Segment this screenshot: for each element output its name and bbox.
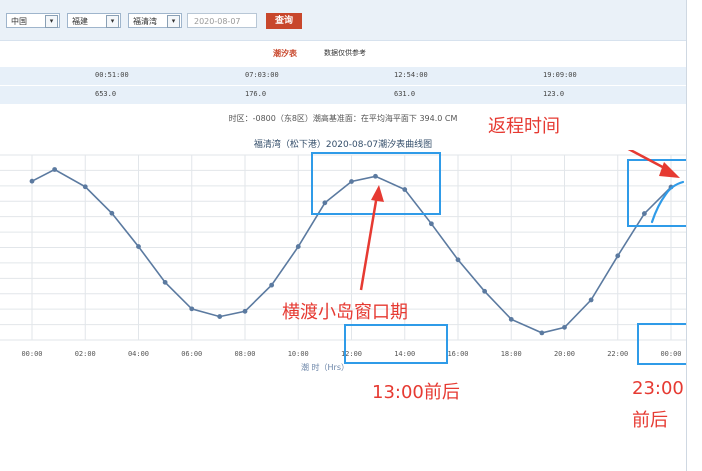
chart-title: 福清湾（松下港）2020-08-07潮汐表曲线图 bbox=[253, 140, 433, 150]
tide-data-point bbox=[641, 211, 647, 216]
chevron-down-icon[interactable]: ▾ bbox=[167, 15, 180, 28]
tide-data-point bbox=[373, 173, 378, 179]
x-tick-label: 06:00 bbox=[181, 350, 202, 358]
tide-data-point bbox=[295, 244, 301, 249]
tab-tide-table[interactable]: 潮汐表 bbox=[273, 48, 297, 59]
tide-data-point bbox=[539, 330, 545, 336]
tide-data-point bbox=[29, 178, 35, 184]
x-tick-label: 02:00 bbox=[75, 350, 96, 358]
around-23-annotation-line2: 前后 bbox=[632, 410, 668, 431]
x-tick-label: 16:00 bbox=[447, 350, 468, 358]
tide-data-point bbox=[136, 244, 141, 249]
tide-data-point bbox=[269, 282, 275, 288]
tide-data-point bbox=[322, 200, 328, 206]
tide-data-point bbox=[242, 308, 248, 314]
tide-data-point bbox=[217, 314, 223, 319]
tide-time-row: 00:51:00 07:03:00 12:54:00 19:09:00 bbox=[0, 67, 686, 86]
country-select[interactable]: 中国 ▾ bbox=[6, 13, 60, 28]
country-value: 中国 bbox=[11, 17, 27, 26]
tide-data-point bbox=[482, 288, 488, 294]
ferry-window-annotation: 横渡小岛窗口期 bbox=[282, 302, 408, 323]
x-tick-label: 00:00 bbox=[21, 350, 42, 358]
midnight-axis-highlight-box bbox=[637, 323, 686, 365]
tide-height-cell: 176.0 bbox=[245, 90, 267, 98]
return-time-annotation: 返程时间 bbox=[488, 116, 560, 137]
chevron-down-icon[interactable]: ▾ bbox=[106, 15, 119, 28]
chevron-down-icon[interactable]: ▾ bbox=[45, 15, 58, 28]
x-tick-label: 14:00 bbox=[394, 350, 415, 358]
tide-data-point bbox=[52, 167, 58, 172]
tide-chart: 00:00 02:00 04:00 06:00 08:00 10:00 12:00 14:00… bbox=[0, 150, 686, 372]
x-axis-label: 潮 时（Hrs） bbox=[301, 362, 349, 372]
x-tick-label: 08:00 bbox=[234, 350, 255, 358]
tide-height-cell: 123.0 bbox=[543, 90, 565, 98]
x-tick-label: 00:00 bbox=[660, 350, 681, 358]
tide-time-cell: 00:51:00 bbox=[95, 71, 129, 79]
tide-height-cell: 631.0 bbox=[394, 90, 416, 98]
tide-time-cell: 19:09:00 bbox=[543, 71, 577, 79]
x-tick-label: 18:00 bbox=[501, 350, 522, 358]
x-tick-label: 10:00 bbox=[288, 350, 309, 358]
around-23-annotation-line1: 23:00 bbox=[632, 378, 684, 399]
tide-data-point bbox=[82, 184, 88, 190]
tide-data-point bbox=[588, 297, 594, 303]
tide-height-row: 653.0 176.0 631.0 123.0 bbox=[0, 86, 686, 105]
window-arrow bbox=[359, 194, 379, 291]
tide-data-point bbox=[562, 324, 567, 330]
date-input[interactable]: 2020-08-07 bbox=[187, 13, 257, 28]
x-tick-label: 04:00 bbox=[128, 350, 149, 358]
tide-time-cell: 12:54:00 bbox=[394, 71, 428, 79]
tide-data-point bbox=[349, 179, 354, 184]
around-13-annotation: 13:00前后 bbox=[372, 382, 460, 403]
x-tick-label: 22:00 bbox=[607, 350, 628, 358]
data-reference-note: 数据仅供参考 bbox=[324, 49, 366, 57]
tide-data-point bbox=[615, 253, 621, 259]
tide-data-point bbox=[428, 221, 434, 227]
window-arrow-head bbox=[371, 185, 384, 202]
return-highlight-box bbox=[627, 159, 686, 227]
tide-data-point bbox=[189, 306, 195, 312]
tide-data-point bbox=[162, 279, 168, 285]
tide-time-cell: 07:03:00 bbox=[245, 71, 279, 79]
tide-data-point bbox=[109, 210, 115, 216]
tide-data-point bbox=[402, 187, 408, 192]
tide-height-cell: 653.0 bbox=[95, 90, 117, 98]
tide-data-point bbox=[455, 257, 461, 263]
province-value: 福建 bbox=[72, 17, 88, 26]
port-value: 福清湾 bbox=[133, 17, 157, 26]
scrollbar[interactable] bbox=[686, 0, 702, 471]
query-button[interactable]: 查询 bbox=[266, 13, 302, 29]
port-select[interactable]: 福清湾 ▾ bbox=[128, 13, 182, 28]
datum-note: 时区：-0800（东8区）潮高基准面：在平均海平面下 394.0 CM bbox=[228, 114, 458, 123]
x-tick-label: 20:00 bbox=[554, 350, 575, 358]
tide-data-point bbox=[508, 316, 514, 322]
province-select[interactable]: 福建 ▾ bbox=[67, 13, 121, 28]
